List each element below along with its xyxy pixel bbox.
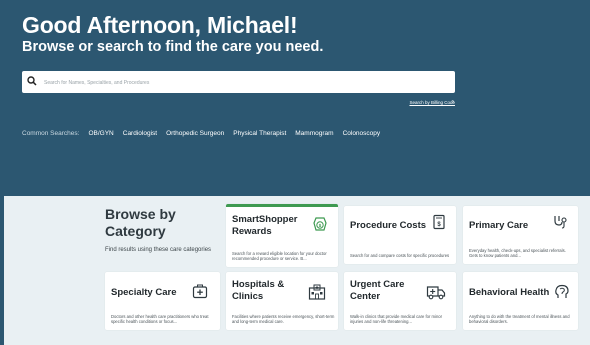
stethoscope-icon [554,216,567,229]
svg-text:$: $ [319,223,322,228]
card-description: Everyday health, check-ups, and speciali… [469,247,566,259]
common-search-colonoscopy[interactable]: Colonoscopy [343,130,381,137]
category-card-primary-care[interactable]: Primary Care Everyday health, check-ups,… [463,206,578,264]
card-title: Specialty Care [111,287,177,298]
card-description: Facilities where patients receive emerge… [232,313,335,325]
chevron-right-icon: › [452,99,454,105]
hospital-icon [308,284,326,300]
hero-banner: Good Afternoon, Michael! Browse or searc… [0,0,590,196]
brain-icon [555,284,569,298]
card-title: Hospitals & Clinics [232,279,285,302]
bill-icon: $ [433,214,445,230]
medical-kit-icon [192,284,208,299]
card-description: Anything to do with the treatment of men… [469,313,570,325]
card-title: SmartShopper Rewards [232,214,298,237]
hero-subtitle: Browse or search to find the care you ne… [22,39,324,55]
billing-code-link[interactable]: Search by Billing Code [409,100,455,105]
common-searches: Common Searches: OB/GYN Cardiologist Ort… [22,130,380,137]
common-searches-label: Common Searches: [22,130,80,137]
category-card-procedure-costs[interactable]: Procedure Costs $ Search for and compare… [344,206,456,264]
common-search-obgyn[interactable]: OB/GYN [88,130,113,137]
category-card-smartshopper-rewards[interactable]: SmartShopper Rewards $ Search for a rewa… [226,204,338,267]
browse-title: Browse by Category [105,206,176,239]
card-description: Doctors and other health care practition… [111,313,209,325]
category-card-urgent-care-center[interactable]: Urgent Care Center Walk-in clinics that … [344,272,456,330]
ambulance-icon [426,286,446,300]
card-description: Search for a reward eligible location fo… [232,250,327,262]
card-description: Walk-in clinics that provide medical car… [350,313,443,325]
search-icon [27,76,37,86]
common-search-cardiologist[interactable]: Cardiologist [123,130,157,137]
card-title: Procedure Costs [350,220,427,231]
card-title: Primary Care [469,220,529,231]
card-title: Behavioral Health [469,287,550,298]
common-search-physical-therapist[interactable]: Physical Therapist [233,130,286,137]
greeting-heading: Good Afternoon, Michael! [22,12,298,38]
common-search-mammogram[interactable]: Mammogram [295,130,333,137]
category-card-hospitals-clinics[interactable]: Hospitals & Clinics Facilities where pat… [226,272,338,330]
common-search-orthopedic-surgeon[interactable]: Orthopedic Surgeon [166,130,224,137]
card-description: Search for and compare costs for specifi… [350,253,450,259]
svg-text:$: $ [437,222,441,228]
left-edge-strip [0,196,4,345]
category-card-specialty-care[interactable]: Specialty Care Doctors and other health … [105,272,220,330]
dollar-sign-icon: $ [313,217,327,231]
browse-subtitle: Find results using these care categories [105,247,212,253]
search-input[interactable] [42,74,446,92]
card-title: Urgent Care Center [350,279,405,302]
search-bar[interactable] [22,71,455,93]
category-card-behavioral-health[interactable]: Behavioral Health Anything to do with th… [463,272,578,330]
